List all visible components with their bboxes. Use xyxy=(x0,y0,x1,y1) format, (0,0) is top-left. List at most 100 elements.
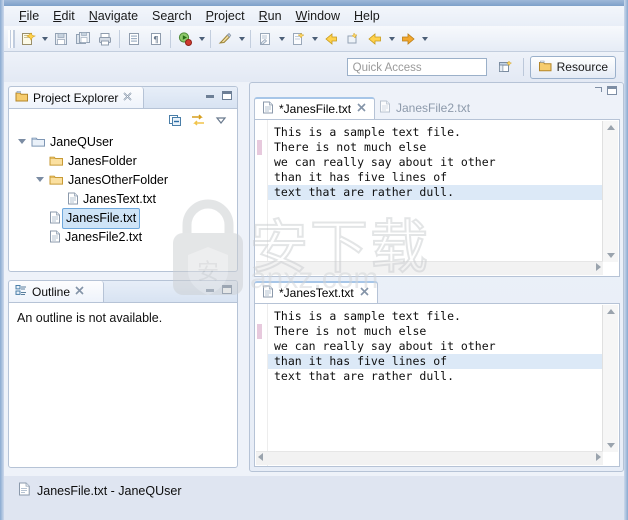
save-all-icon[interactable] xyxy=(72,28,94,50)
toggle-markers-icon[interactable] xyxy=(123,28,145,50)
menu-item-search[interactable]: Search xyxy=(145,7,199,25)
scroll-right-button[interactable] xyxy=(596,263,601,271)
scroll-left-button[interactable] xyxy=(258,453,263,461)
tree-item-janesfile2-txt[interactable]: JanesFile2.txt xyxy=(9,228,237,247)
editor-gutter-top[interactable] xyxy=(255,120,268,276)
scroll-down-button[interactable] xyxy=(603,249,618,262)
workbench-area: Project Explorer JaneQUser JanesFolder J… xyxy=(4,82,624,472)
code-line[interactable]: text that are rather dull. xyxy=(268,369,603,384)
code-line[interactable]: than it has five lines of xyxy=(268,354,603,369)
view-menu-icon[interactable] xyxy=(213,112,229,128)
editor-code-top[interactable]: This is a sample text file. There is not … xyxy=(268,120,603,276)
run-debug-dropdown-arrow[interactable] xyxy=(196,28,207,50)
forward-icon[interactable] xyxy=(397,28,419,50)
project-explorer-view: Project Explorer JaneQUser JanesFolder J… xyxy=(8,86,238,272)
run-icon[interactable] xyxy=(214,28,236,50)
tree-item-janesotherfolder[interactable]: JanesOtherFolder xyxy=(9,171,237,190)
minimize-icon[interactable] xyxy=(205,91,215,100)
menu-item-navigate[interactable]: Navigate xyxy=(82,7,145,25)
editor-horizontal-scrollbar-top[interactable] xyxy=(256,261,603,275)
menu-item-project[interactable]: Project xyxy=(199,7,252,25)
project-explorer-tabrow: Project Explorer xyxy=(9,87,237,109)
forward-dropdown-arrow[interactable] xyxy=(419,28,430,50)
save-icon[interactable] xyxy=(50,28,72,50)
restore-icon[interactable] xyxy=(593,86,602,95)
scroll-down-button[interactable] xyxy=(603,439,618,452)
code-line[interactable]: than it has five lines of xyxy=(268,170,603,185)
quick-access-input[interactable]: Quick Access xyxy=(346,58,487,76)
editor-code-bottom[interactable]: This is a sample text file. There is not … xyxy=(268,304,603,466)
close-icon[interactable] xyxy=(74,285,85,299)
maximize-icon[interactable] xyxy=(222,91,232,100)
code-line[interactable]: we can really say about it other xyxy=(268,339,603,354)
code-line[interactable]: text that are rather dull. xyxy=(268,185,603,200)
new-wizard-dropdown-arrow[interactable] xyxy=(39,28,50,50)
editor-area: *JanesFile.txt JanesFile2.txt This is a … xyxy=(249,82,624,472)
menu-item-help[interactable]: Help xyxy=(347,7,387,25)
editor-text-area-top[interactable]: This is a sample text file. There is not … xyxy=(254,119,620,277)
close-icon[interactable] xyxy=(122,91,133,105)
editor-gutter-bottom[interactable] xyxy=(255,304,268,466)
toolbar-grip[interactable] xyxy=(8,29,15,48)
expand-arrow-icon[interactable] xyxy=(35,176,45,186)
editor-tabrow-bottom: *JanesText.txt xyxy=(254,281,620,303)
collapse-all-icon[interactable] xyxy=(167,112,183,128)
menu-item-window[interactable]: Window xyxy=(289,7,347,25)
tab-project-explorer[interactable]: Project Explorer xyxy=(9,87,144,108)
text-file-icon xyxy=(379,100,391,116)
toggle-whitespace-icon[interactable]: ¶ xyxy=(145,28,167,50)
project-explorer-view-toolbar xyxy=(9,109,237,131)
back-icon[interactable] xyxy=(364,28,386,50)
tree-item-janestext-txt[interactable]: JanesText.txt xyxy=(9,190,237,209)
print-icon[interactable] xyxy=(94,28,116,50)
code-line[interactable]: we can really say about it other xyxy=(268,155,603,170)
tab-janesfile2-txt[interactable]: JanesFile2.txt xyxy=(372,97,477,119)
run-dropdown-arrow[interactable] xyxy=(236,28,247,50)
menu-item-edit[interactable]: Edit xyxy=(46,7,82,25)
run-debug-icon[interactable] xyxy=(174,28,196,50)
editor-vertical-scrollbar-top[interactable] xyxy=(602,121,618,262)
code-line[interactable]: There is not much else xyxy=(268,140,603,155)
scroll-up-button[interactable] xyxy=(603,121,618,134)
outline-tabrow: Outline xyxy=(9,281,237,303)
tree-item-janequser[interactable]: JaneQUser xyxy=(9,133,237,152)
toolbar-separator xyxy=(170,29,171,48)
menu-item-run[interactable]: Run xyxy=(252,7,289,25)
code-line[interactable]: This is a sample text file. xyxy=(268,125,603,140)
code-line[interactable]: This is a sample text file. xyxy=(268,309,603,324)
previous-annotation-icon[interactable] xyxy=(320,28,342,50)
new-java-class-icon[interactable] xyxy=(287,28,309,50)
tab-janesfile-txt[interactable]: *JanesFile.txt xyxy=(254,97,376,119)
external-tools-dropdown-arrow[interactable] xyxy=(276,28,287,50)
back-dropdown-arrow[interactable] xyxy=(386,28,397,50)
link-with-editor-icon[interactable] xyxy=(190,112,206,128)
maximize-icon[interactable] xyxy=(607,86,617,95)
editor-text-area-bottom[interactable]: This is a sample text file. There is not … xyxy=(254,303,620,467)
maximize-icon[interactable] xyxy=(222,285,232,294)
tree-item-janesfile-txt[interactable]: JanesFile.txt xyxy=(9,208,237,229)
editor-horizontal-scrollbar-bottom[interactable] xyxy=(256,451,603,465)
quick-access-row: Quick Access Resource xyxy=(4,52,624,82)
project-folder-icon xyxy=(31,135,46,151)
resource-perspective-icon xyxy=(538,59,553,76)
minimize-icon[interactable] xyxy=(205,285,215,294)
menu-item-file[interactable]: File xyxy=(12,7,46,25)
perspective-button-resource[interactable]: Resource xyxy=(529,55,616,79)
editor-vertical-scrollbar-bottom[interactable] xyxy=(602,305,618,452)
editor-tabrow-top: *JanesFile.txt JanesFile2.txt xyxy=(254,97,620,119)
tab-janestext-txt[interactable]: *JanesText.txt xyxy=(254,281,378,303)
expand-arrow-icon[interactable] xyxy=(17,138,27,148)
new-java-class-dropdown-arrow[interactable] xyxy=(309,28,320,50)
code-line[interactable]: There is not much else xyxy=(268,324,603,339)
new-wizard-icon[interactable] xyxy=(17,28,39,50)
open-perspective-icon[interactable] xyxy=(495,57,517,77)
tree-item-label: JanesOtherFolder xyxy=(68,173,169,187)
close-icon[interactable] xyxy=(359,286,370,300)
next-annotation-icon[interactable] xyxy=(342,28,364,50)
tab-outline[interactable]: Outline xyxy=(9,281,104,302)
scroll-right-button[interactable] xyxy=(596,453,601,461)
external-tools-icon[interactable] xyxy=(254,28,276,50)
close-icon[interactable] xyxy=(356,102,367,116)
scroll-up-button[interactable] xyxy=(603,305,618,318)
tree-item-janesfolder[interactable]: JanesFolder xyxy=(9,152,237,171)
